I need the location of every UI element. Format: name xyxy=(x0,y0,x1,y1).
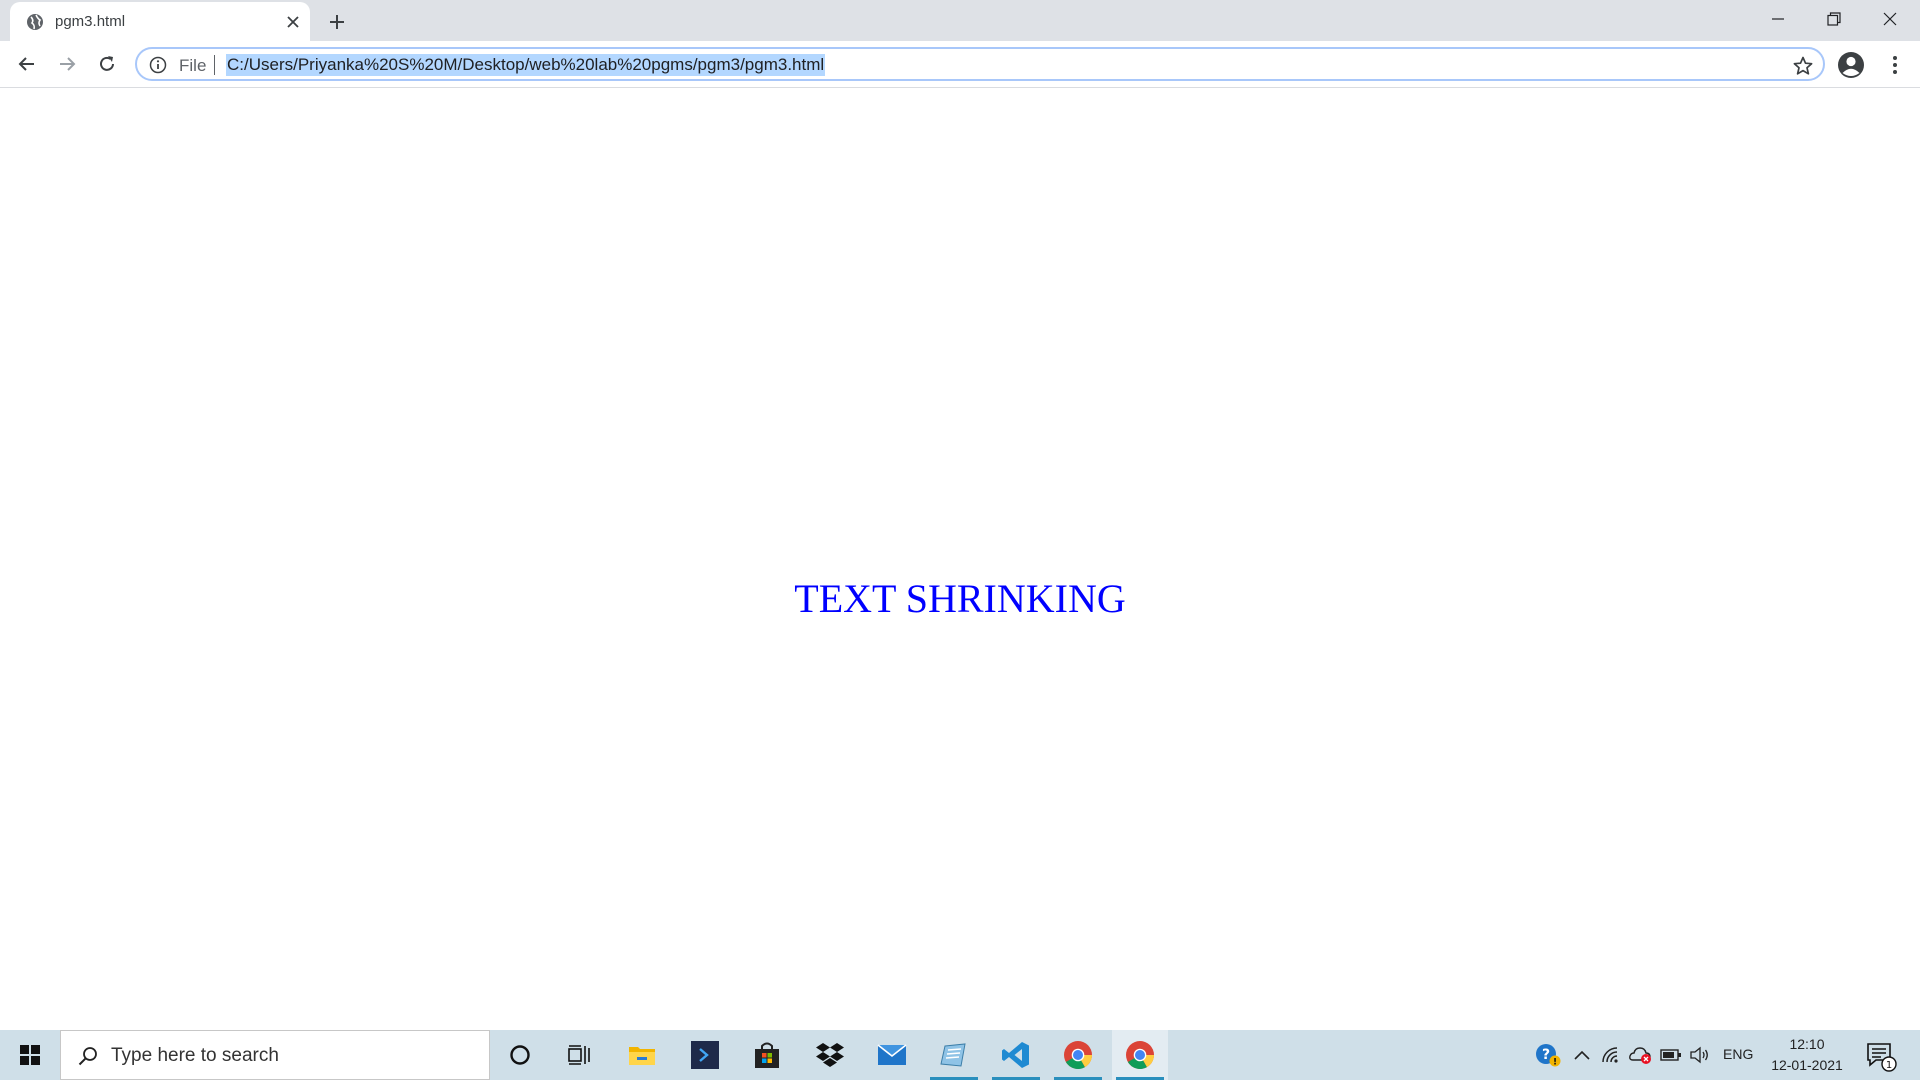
task-view-icon xyxy=(568,1045,590,1065)
cloud-error-icon xyxy=(1629,1047,1651,1064)
dropbox-icon xyxy=(816,1043,844,1067)
taskbar-search-box[interactable]: Type here to search xyxy=(60,1030,490,1080)
reload-icon xyxy=(100,56,114,71)
svg-text:?: ? xyxy=(1542,1047,1550,1063)
restore-icon xyxy=(1827,12,1841,26)
shrinking-text: TEXT SHRINKING xyxy=(794,576,1126,621)
file-explorer-taskbar[interactable] xyxy=(614,1030,670,1080)
url-text[interactable]: C:/Users/Priyanka%20S%20M/Desktop/web%20… xyxy=(226,54,826,76)
scheme-label: File xyxy=(179,56,207,75)
chevron-up-icon xyxy=(1574,1050,1590,1060)
forward-arrow-icon xyxy=(60,57,76,71)
minimize-icon xyxy=(1772,18,1784,20)
browser-toolbar: File C:/Users/Priyanka%20S%20M/Desktop/w… xyxy=(0,41,1920,88)
wifi-icon xyxy=(1602,1047,1618,1063)
vscode-taskbar[interactable] xyxy=(988,1030,1044,1080)
tab-title: pgm3.html xyxy=(55,13,126,30)
taskbar-clock[interactable]: 12:10 12-01-2021 xyxy=(1762,1034,1852,1076)
task-view-button[interactable] xyxy=(552,1030,608,1080)
help-warning-icon: ? ! xyxy=(1536,1044,1561,1068)
powershell-icon xyxy=(691,1041,719,1069)
new-tab-button[interactable] xyxy=(324,9,350,35)
clock-time: 12:10 xyxy=(1789,1036,1825,1052)
restore-button[interactable] xyxy=(1806,0,1862,38)
chrome-icon xyxy=(1126,1041,1154,1069)
volume-tray-button[interactable] xyxy=(1686,1043,1712,1067)
chrome-icon xyxy=(1064,1041,1092,1069)
forward-button[interactable] xyxy=(50,47,84,81)
battery-tray-button[interactable] xyxy=(1658,1043,1684,1067)
vscode-icon xyxy=(1002,1042,1029,1068)
browser-title-bar: pgm3.html xyxy=(0,0,1920,41)
minimize-button[interactable] xyxy=(1750,0,1806,38)
windows-taskbar: Type here to search ? ! ENG 12:10 12-01-… xyxy=(0,1030,1920,1080)
address-bar[interactable]: File C:/Users/Priyanka%20S%20M/Desktop/w… xyxy=(135,47,1825,81)
mail-taskbar[interactable] xyxy=(864,1030,920,1080)
windows-logo-icon xyxy=(20,1045,40,1065)
start-button[interactable] xyxy=(0,1030,60,1080)
wifi-tray-button[interactable] xyxy=(1598,1043,1624,1067)
chrome-taskbar-1[interactable] xyxy=(1050,1030,1106,1080)
plus-icon xyxy=(330,15,344,29)
cortana-button[interactable] xyxy=(492,1030,548,1080)
back-button[interactable] xyxy=(10,47,44,81)
globe-icon xyxy=(27,14,43,30)
clock-date: 12-01-2021 xyxy=(1771,1057,1843,1073)
onedrive-tray-button[interactable] xyxy=(1628,1043,1654,1067)
kebab-menu-icon xyxy=(1893,56,1897,74)
star-icon[interactable] xyxy=(1792,55,1814,77)
tab-close-button[interactable] xyxy=(282,11,304,33)
profile-avatar-icon[interactable] xyxy=(1836,50,1866,80)
search-icon xyxy=(78,1047,97,1066)
speaker-icon xyxy=(1690,1046,1708,1064)
cortana-icon xyxy=(510,1045,530,1065)
language-indicator[interactable]: ENG xyxy=(1723,1046,1753,1062)
notepad-icon xyxy=(940,1043,966,1067)
search-placeholder: Type here to search xyxy=(111,1045,279,1066)
web-page-viewport: TEXT SHRINKING xyxy=(0,89,1920,1030)
dropbox-taskbar[interactable] xyxy=(802,1030,858,1080)
svg-text:!: ! xyxy=(1553,1058,1557,1068)
close-icon xyxy=(287,16,299,28)
info-icon[interactable] xyxy=(149,56,167,74)
store-taskbar[interactable] xyxy=(739,1030,795,1080)
chrome-taskbar-2[interactable] xyxy=(1112,1030,1168,1080)
browser-menu-button[interactable] xyxy=(1880,50,1910,80)
close-icon xyxy=(1883,12,1897,26)
back-arrow-icon xyxy=(18,57,34,71)
notification-count: 1 xyxy=(1886,1060,1892,1071)
file-explorer-icon xyxy=(629,1047,655,1065)
store-icon xyxy=(755,1042,779,1068)
battery-icon xyxy=(1660,1049,1681,1061)
powershell-taskbar[interactable] xyxy=(677,1030,733,1080)
show-hidden-icons-button[interactable] xyxy=(1569,1043,1595,1067)
scheme-divider xyxy=(214,55,215,75)
mail-icon xyxy=(877,1044,907,1065)
window-close-button[interactable] xyxy=(1862,0,1918,38)
reload-button[interactable] xyxy=(90,47,124,81)
help-tray-button[interactable]: ? ! xyxy=(1535,1043,1561,1067)
browser-tab[interactable]: pgm3.html xyxy=(10,2,310,41)
notification-center-icon[interactable]: 1 xyxy=(1864,1039,1898,1073)
notepad-taskbar[interactable] xyxy=(926,1030,982,1080)
